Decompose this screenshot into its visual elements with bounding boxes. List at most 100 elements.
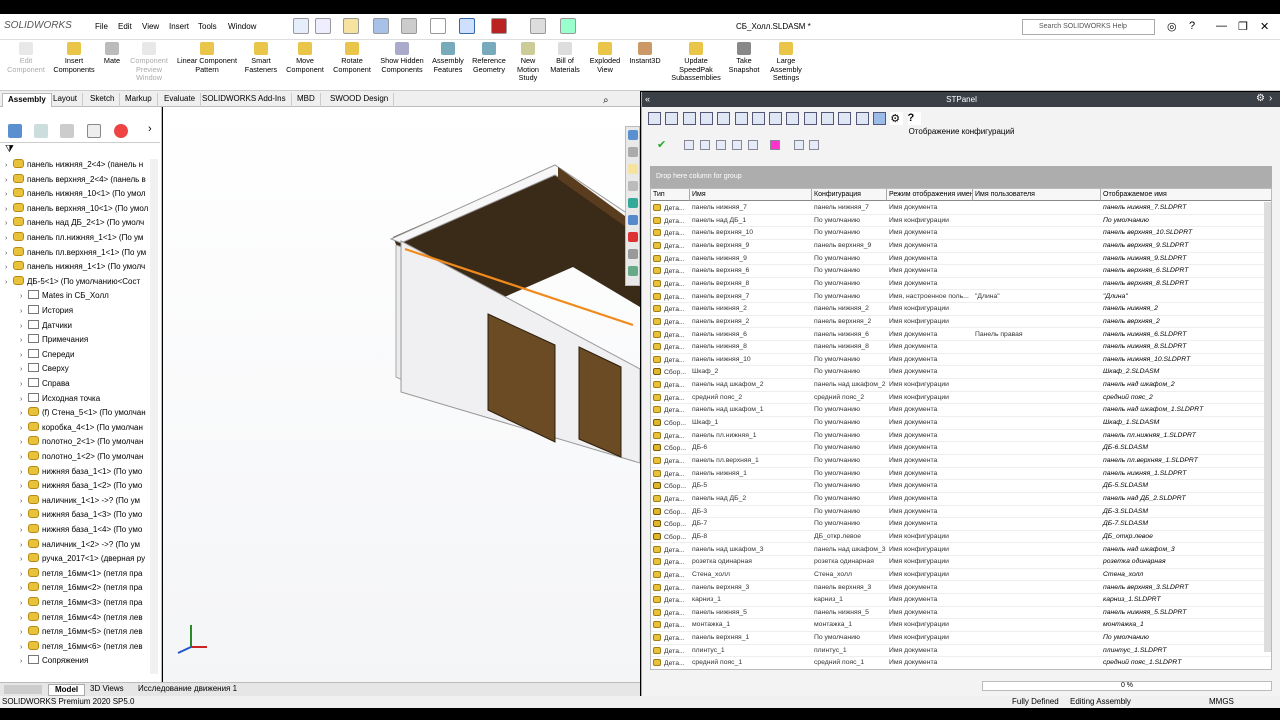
expand-arrow-icon[interactable]: › [20,381,28,388]
grid-cell[interactable]: средний пояс_2 [812,392,887,404]
grid-cell[interactable] [973,632,1101,644]
grid-cell[interactable] [973,430,1101,442]
stpanel-tool-2-icon[interactable] [665,112,679,125]
menu-file[interactable]: File [95,22,108,31]
grid-cell[interactable]: Стена_холл [1101,569,1271,581]
expand-arrow-icon[interactable]: › [5,177,13,184]
feature-tree-icon[interactable] [8,124,22,138]
expand-arrow-icon[interactable]: › [20,600,28,607]
stpanel-tool-12-icon[interactable] [838,112,852,125]
expand-arrow-icon[interactable]: › [20,425,28,432]
grid-cell[interactable]: По умолчанию [812,215,887,227]
tree-node[interactable]: › Исходная точка [20,392,175,407]
tree-node[interactable]: › нижняя база_1<4> (По умо [20,524,175,538]
ribbon-rotate-component[interactable]: Rotate Component [330,42,374,74]
apply-check-icon[interactable]: ✔ [657,138,666,151]
minimize-icon[interactable]: — [1216,20,1227,32]
expand-arrow-icon[interactable]: › [5,220,13,227]
grid-cell[interactable]: панель пл.верхняя_1.SLDPRT [1101,455,1271,467]
search-input[interactable]: Search SOLIDWORKS Help [1022,19,1155,35]
grid-cell[interactable]: Имя конфигурации [887,215,973,227]
expand-arrow-icon[interactable]: › [20,512,28,519]
grid-cell[interactable]: По умолчанию [812,366,887,378]
resources-icon[interactable] [628,147,638,157]
tree-node[interactable]: › Сопряжения [20,655,175,669]
grid-cell[interactable]: По умолчанию [812,430,887,442]
expand-arrow-icon[interactable]: › [20,527,28,534]
ribbon-show-hidden-components[interactable]: Show Hidden Components [380,42,424,74]
grid-cell[interactable]: Имя документа [887,366,973,378]
grid-cell[interactable] [973,202,1101,214]
expand-arrow-icon[interactable]: › [20,498,28,505]
addin-icon[interactable] [560,18,576,34]
grid-cell[interactable]: панель верхняя_2 [812,316,887,328]
grid-cell[interactable]: ДБ-3.SLDASM [1101,506,1271,518]
grid-cell[interactable]: Имя документа [887,468,973,480]
grid-row[interactable]: Дета... панель верхняя_9 панель верхняя_9 И… [651,240,1271,253]
expand-arrow-icon[interactable]: › [20,644,28,651]
tree-node[interactable]: › панель нижняя_1<1> (По умолч [5,261,160,275]
solidworks-logo[interactable]: SOLIDWORKS [4,20,72,31]
grid-cell[interactable]: По умолчанию [812,354,887,366]
units-selector[interactable]: MMGS [1209,697,1234,706]
ribbon-component-preview-window[interactable]: Component Preview Window [127,42,171,83]
grid-row[interactable]: Дета... панель нижняя_1 По умолчанию Имя до… [651,468,1271,481]
ribbon-reference-geometry[interactable]: Reference Geometry [469,42,509,74]
grid-cell[interactable]: По умолчанию [812,493,887,505]
tree-node[interactable]: › петля_16мм<6> (петля лев [20,640,175,655]
grid-cell[interactable]: Имя конфигурации [887,392,973,404]
chevron-right-icon[interactable]: › [148,123,152,135]
user-name-icon[interactable] [748,140,758,150]
stpanel-tool-11-icon[interactable] [821,112,834,125]
help-icon[interactable]: ? [1189,20,1195,32]
grid-row[interactable]: Дета... панель пл.верхняя_1 По умолчанию Им… [651,455,1271,468]
grid-cell[interactable] [973,569,1101,581]
grid-row[interactable]: Дета... монтажка_1 монтажка_1 Имя конфигура… [651,619,1271,633]
grid-cell[interactable]: карниз_1.SLDPRT [1101,594,1271,606]
stpanel-icon[interactable] [628,232,638,242]
tree-node[interactable]: › нижняя база_1<3> (По умо [20,509,175,523]
grid-cell[interactable] [973,582,1101,594]
grid-cell[interactable]: Имя документа [887,493,973,505]
zoom-icon[interactable]: ⌕ [603,95,609,106]
ribbon-instant3d[interactable]: Instant3D [627,42,663,66]
expand-arrow-icon[interactable]: › [5,250,13,257]
expand-arrow-icon[interactable]: › [20,439,28,446]
stpanel-tool-14-icon[interactable] [872,112,886,125]
grid-row[interactable]: Дета... панель нижняя_6 панель нижняя_6 Имя… [651,329,1271,342]
file-explorer-icon[interactable] [628,181,638,191]
grid-cell[interactable]: По умолчанию [812,455,887,467]
grid-cell[interactable]: ДБ_откр.левое [812,531,887,543]
new-icon[interactable] [315,18,331,34]
grid-row[interactable]: Дета... панель над шкафом_1 По умолчанию Им… [651,404,1271,417]
tree-node[interactable]: › петля_16мм<2> (петля пра [20,582,175,596]
tab-markup[interactable]: Markup [120,93,158,107]
grid-cell[interactable] [973,518,1101,530]
expand-arrow-icon[interactable]: › [20,483,28,490]
print-icon[interactable] [401,18,417,34]
stpanel-tool-6-icon[interactable] [734,112,748,125]
options-icon[interactable] [530,18,546,34]
grid-row[interactable]: Дета... панель над ДБ_1 По умолчанию Имя ко… [651,215,1271,228]
grid-cell[interactable]: панель верхняя_9 [812,240,887,252]
tree-node[interactable]: › ДБ-5<1> (По умолчанию<Сост [5,275,160,290]
configuration-manager-icon[interactable] [60,124,74,138]
display-manager-icon[interactable] [114,124,128,138]
collapse-icon[interactable]: « [645,94,650,104]
tree-node[interactable]: › петля_16мм<5> (петля лев [20,626,175,640]
design-library-icon[interactable] [628,164,638,174]
grid-row[interactable]: Дета... панель нижняя_9 По умолчанию Имя до… [651,253,1271,266]
grid-cell[interactable]: панель над шкафом_2 [1101,379,1271,391]
grid-cell[interactable] [973,468,1101,480]
grid-cell[interactable] [973,303,1101,315]
tab-scroll-arrows[interactable] [4,685,42,694]
grid-cell[interactable]: панель верхняя_3.SLDPRT [1101,582,1271,594]
grid-row[interactable]: Дета... панель верхняя_10 По умолчанию Имя … [651,227,1271,240]
tree-node[interactable]: › полотно_2<1> (По умолчан [20,436,175,450]
expand-arrow-icon[interactable]: › [20,658,28,665]
grid-cell[interactable]: По умолчанию [812,417,887,429]
grid-row[interactable]: Дета... панель нижняя_8 панель нижняя_8 Имя… [651,341,1271,354]
grid-cell[interactable]: Имя документа [887,480,973,492]
grid-cell[interactable]: панель над шкафом_3 [812,544,887,556]
expand-arrow-icon[interactable]: › [20,469,28,476]
